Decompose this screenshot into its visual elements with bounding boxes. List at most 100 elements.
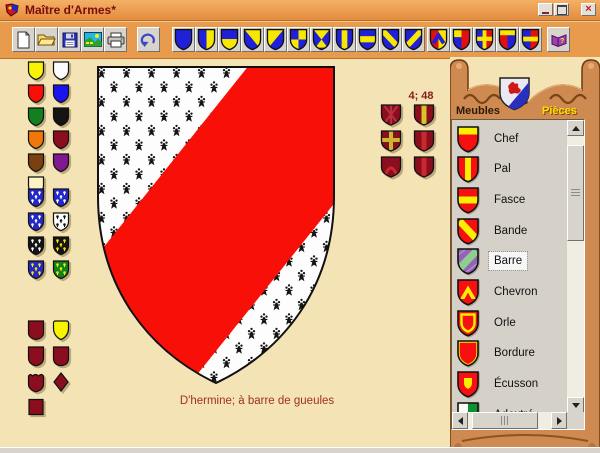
tincture-purpure[interactable] bbox=[52, 153, 70, 173]
print-button[interactable] bbox=[104, 27, 127, 52]
maximize-button[interactable] bbox=[554, 3, 569, 16]
field-pal-button[interactable] bbox=[333, 27, 356, 52]
list-item-label: Écusson bbox=[494, 378, 539, 391]
fur-vert-seme-or[interactable] bbox=[52, 260, 70, 280]
list-item-fasce[interactable]: Fasce bbox=[456, 184, 562, 215]
toolbar: ? bbox=[0, 21, 600, 59]
open-file-button[interactable] bbox=[35, 27, 58, 52]
tab-pieces[interactable]: Pièces bbox=[542, 105, 577, 117]
titlebar[interactable]: Maître d'Armes* × bbox=[0, 0, 600, 21]
shield-icon bbox=[452, 28, 471, 51]
list-item-orle[interactable]: Orle bbox=[456, 307, 562, 338]
scroll-down-button[interactable] bbox=[567, 397, 584, 413]
new-document-button[interactable] bbox=[12, 27, 35, 52]
scroll-up-button[interactable] bbox=[567, 120, 584, 136]
fur-hermine[interactable] bbox=[52, 212, 70, 232]
tincture-vert[interactable] bbox=[27, 107, 45, 127]
shield-shape-palette bbox=[27, 320, 71, 419]
fur-azure-seme-or[interactable] bbox=[27, 260, 45, 280]
ecu-banniere[interactable] bbox=[27, 398, 45, 419]
shield-icon bbox=[335, 28, 354, 51]
list-item-bordure[interactable]: Bordure bbox=[456, 338, 562, 369]
undo-button[interactable] bbox=[137, 27, 160, 52]
main-shield-canvas[interactable] bbox=[95, 64, 337, 390]
ecu-francais[interactable] bbox=[27, 320, 45, 341]
export-image-button[interactable] bbox=[81, 27, 104, 52]
tincture-orange[interactable] bbox=[27, 130, 45, 150]
shield-icon bbox=[243, 28, 262, 51]
fasce-shield-icon bbox=[456, 186, 480, 214]
history-shield-pal-or[interactable] bbox=[413, 104, 435, 127]
ecu-arrondi[interactable] bbox=[52, 346, 70, 367]
tab-meubles[interactable]: Meubles bbox=[456, 105, 500, 117]
list-item-ecusson[interactable]: Écusson bbox=[456, 369, 562, 400]
list-item-bande[interactable]: Bande bbox=[456, 215, 562, 246]
field-quarterly-button[interactable] bbox=[287, 27, 310, 52]
ecu-ancien[interactable] bbox=[27, 346, 45, 367]
party-cross-button[interactable] bbox=[473, 27, 496, 52]
tincture-brown[interactable] bbox=[27, 153, 45, 173]
field-per-bend-button[interactable] bbox=[241, 27, 264, 52]
ecu-losange[interactable] bbox=[52, 372, 70, 393]
party-chevron-button[interactable] bbox=[427, 27, 450, 52]
field-per-fess-button[interactable] bbox=[218, 27, 241, 52]
history-shield-pal-gules[interactable] bbox=[413, 130, 435, 153]
party-canton-button[interactable] bbox=[450, 27, 473, 52]
history-shield-arch[interactable] bbox=[380, 156, 402, 179]
fur-contre-hermine[interactable] bbox=[27, 236, 45, 256]
tincture-gules[interactable] bbox=[27, 84, 45, 104]
tincture-azure[interactable] bbox=[52, 84, 70, 104]
field-fasce-button[interactable] bbox=[356, 27, 379, 52]
field-per-saltire-button[interactable] bbox=[310, 27, 333, 52]
pal-shield-icon bbox=[456, 155, 480, 183]
arrow-up-icon bbox=[571, 125, 580, 131]
list-item-barre[interactable]: Barre bbox=[456, 246, 562, 277]
fur-sable-seme-or[interactable] bbox=[52, 236, 70, 256]
tincture-argent[interactable] bbox=[52, 61, 70, 81]
tincture-or[interactable] bbox=[27, 61, 45, 81]
horizontal-scroll-thumb[interactable] bbox=[472, 412, 538, 429]
list-item-label: Barre bbox=[487, 251, 529, 272]
history-shields bbox=[380, 104, 436, 179]
fur-vair[interactable] bbox=[27, 188, 45, 208]
horizontal-scrollbar[interactable] bbox=[452, 412, 567, 429]
list-item-chef[interactable]: Chef bbox=[456, 123, 562, 154]
list-item-chevron[interactable]: Chevron bbox=[456, 277, 562, 308]
scroll-left-button[interactable] bbox=[452, 412, 468, 429]
list-item-pal[interactable]: Pal bbox=[456, 154, 562, 185]
shield-icon bbox=[174, 28, 193, 51]
vertical-scroll-thumb[interactable] bbox=[567, 145, 584, 241]
ecu-engrele[interactable] bbox=[27, 372, 45, 393]
field-per-bend-sinister-button[interactable] bbox=[264, 27, 287, 52]
close-button[interactable]: × bbox=[581, 3, 596, 16]
save-file-button[interactable] bbox=[58, 27, 81, 52]
field-per-pale-button[interactable] bbox=[195, 27, 218, 52]
tincture-murrey[interactable] bbox=[52, 130, 70, 150]
help-button[interactable]: ? bbox=[547, 27, 570, 52]
scroll-right-button[interactable] bbox=[551, 412, 567, 429]
ecu-suisse[interactable] bbox=[52, 320, 70, 341]
field-azure-plain-button[interactable] bbox=[172, 27, 195, 52]
field-bande-button[interactable] bbox=[379, 27, 402, 52]
arrow-right-icon bbox=[556, 416, 562, 425]
history-shield-pal-gules-2[interactable] bbox=[413, 156, 435, 179]
pieces-listbox: Chef Pal Fasce Bande Barre Chevron Orle Bordure… bbox=[451, 119, 585, 430]
vertical-scrollbar[interactable] bbox=[567, 120, 584, 413]
field-barre-button[interactable] bbox=[402, 27, 425, 52]
list-item-adextre[interactable]: Adextré bbox=[456, 399, 562, 413]
window-bottom-edge bbox=[0, 447, 600, 453]
minimize-button[interactable] bbox=[538, 3, 553, 16]
tincture-sable[interactable] bbox=[52, 107, 70, 127]
chevron-shield-icon bbox=[456, 278, 480, 306]
fur-contre-vair[interactable] bbox=[52, 188, 70, 208]
shield-icon bbox=[358, 28, 377, 51]
history-shield-cross-or[interactable] bbox=[380, 130, 402, 153]
party-chef-button[interactable] bbox=[496, 27, 519, 52]
shield-icon bbox=[475, 28, 494, 51]
list-item-label: Bande bbox=[494, 224, 528, 237]
shield-icon bbox=[381, 28, 400, 51]
fur-menu-vair[interactable] bbox=[27, 212, 45, 232]
printer-icon bbox=[107, 32, 125, 48]
party-fasce-button[interactable] bbox=[519, 27, 542, 52]
history-shield-fretty[interactable] bbox=[380, 104, 402, 127]
